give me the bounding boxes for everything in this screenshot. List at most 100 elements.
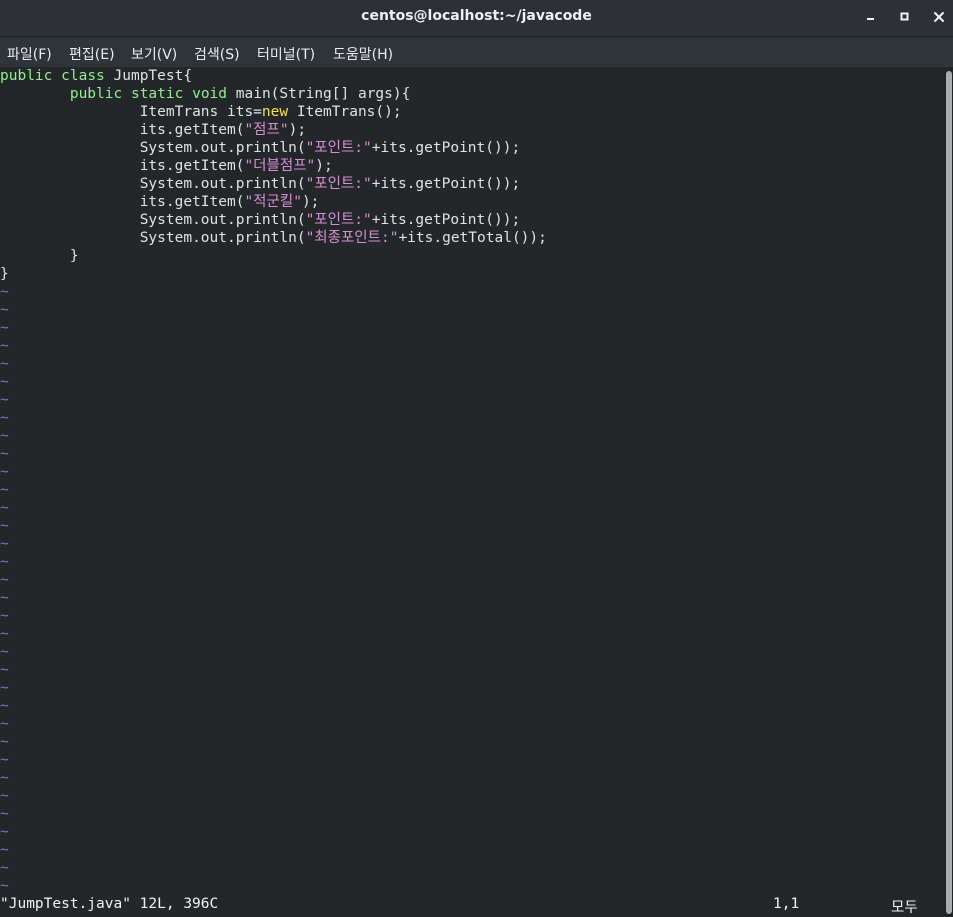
empty-line-marker: ~	[0, 716, 9, 732]
empty-line-marker: ~	[0, 752, 9, 768]
empty-line-marker: ~	[0, 356, 9, 372]
menu-file[interactable]: 파일(F)	[7, 44, 52, 64]
string-literal: "포인트:"	[305, 176, 372, 192]
code-line-7: System.out.println("포인트:"+its.getPoint()…	[0, 175, 521, 193]
empty-line-marker: ~	[0, 860, 9, 876]
empty-line-marker: ~	[0, 302, 9, 318]
minimize-button[interactable]	[861, 8, 881, 26]
terminal-window: centos@localhost:~/javacode 파일(F) 편집(E) …	[0, 0, 953, 917]
keyword-static: static	[130, 86, 184, 102]
menu-bar: 파일(F) 편집(E) 보기(V) 검색(S) 터미널(T) 도움말(H)	[0, 37, 953, 67]
empty-line-marker: ~	[0, 878, 9, 894]
keyword-class: class	[61, 68, 105, 84]
empty-line-marker: ~	[0, 590, 9, 606]
string-literal: "점프"	[244, 122, 289, 138]
file-status: "JumpTest.java" 12L, 396C	[0, 896, 219, 912]
empty-line-marker: ~	[0, 518, 9, 534]
code-line-6: its.getItem("더블점프");	[0, 157, 333, 175]
cursor-position: 1,1	[773, 896, 800, 912]
keyword-new: new	[261, 104, 289, 120]
empty-line-marker: ~	[0, 806, 9, 822]
empty-line-marker: ~	[0, 842, 9, 858]
code-line-2: public static void main(String[] args){	[0, 85, 411, 103]
title-bar[interactable]: centos@localhost:~/javacode	[0, 0, 953, 37]
code-text: its.getItem(	[139, 194, 245, 210]
code-text: its.getItem(	[139, 122, 245, 138]
vertical-scrollbar[interactable]	[945, 67, 953, 917]
maximize-icon	[900, 12, 909, 21]
code-line-4: its.getItem("점프");	[0, 121, 306, 139]
keyword-public: public	[69, 86, 123, 102]
class-name: JumpTest{	[113, 68, 193, 84]
window-title: centos@localhost:~/javacode	[361, 8, 592, 24]
code-text: System.out.println(	[139, 212, 306, 228]
code-text: +its.getPoint());	[371, 140, 521, 156]
string-literal: "적군킬"	[244, 194, 302, 210]
string-literal: "포인트:"	[305, 140, 372, 156]
terminal-content[interactable]: public class JumpTest{ public static voi…	[0, 67, 945, 917]
string-literal: "더블점프"	[244, 158, 316, 174]
keyword-public: public	[0, 68, 53, 84]
empty-line-marker: ~	[0, 824, 9, 840]
empty-line-marker: ~	[0, 482, 9, 498]
empty-line-marker: ~	[0, 770, 9, 786]
code-text: +its.getPoint());	[371, 176, 521, 192]
close-button[interactable]	[929, 8, 949, 26]
empty-line-marker: ~	[0, 464, 9, 480]
keyword-void: void	[192, 86, 228, 102]
empty-line-marker: ~	[0, 392, 9, 408]
scroll-position: 모두	[891, 900, 918, 916]
minimize-icon	[867, 18, 874, 20]
code-text: ItemTrans its=	[139, 104, 262, 120]
empty-line-marker: ~	[0, 284, 9, 300]
code-text: );	[288, 122, 307, 138]
code-line-9: System.out.println("포인트:"+its.getPoint()…	[0, 211, 521, 229]
code-text: System.out.println(	[139, 230, 306, 246]
menu-view[interactable]: 보기(V)	[131, 44, 177, 64]
code-line-3: ItemTrans its=new ItemTrans();	[0, 103, 402, 121]
empty-line-marker: ~	[0, 680, 9, 696]
code-line-12: }	[0, 266, 9, 282]
empty-line-marker: ~	[0, 446, 9, 462]
menu-terminal[interactable]: 터미널(T)	[257, 44, 315, 64]
code-text: +its.getPoint());	[371, 212, 521, 228]
code-line-10: System.out.println("최종포인트:"+its.getTotal…	[0, 229, 547, 247]
empty-line-marker: ~	[0, 374, 9, 390]
code-line-11: }	[0, 248, 79, 264]
empty-line-marker: ~	[0, 338, 9, 354]
string-literal: "최종포인트:"	[305, 230, 399, 246]
empty-line-marker: ~	[0, 572, 9, 588]
vim-status-line: "JumpTest.java" 12L, 396C 1,1 모두	[0, 894, 945, 916]
empty-line-marker: ~	[0, 536, 9, 552]
maximize-button[interactable]	[895, 8, 915, 26]
code-line-5: System.out.println("포인트:"+its.getPoint()…	[0, 139, 521, 157]
empty-line-marker: ~	[0, 788, 9, 804]
empty-line-marker: ~	[0, 608, 9, 624]
code-text: );	[315, 158, 333, 174]
empty-line-marker: ~	[0, 662, 9, 678]
code-text: System.out.println(	[139, 176, 306, 192]
empty-line-marker: ~	[0, 626, 9, 642]
empty-line-marker: ~	[0, 554, 9, 570]
menu-search[interactable]: 검색(S)	[194, 44, 240, 64]
empty-line-marker: ~	[0, 644, 9, 660]
code-text: +its.getTotal());	[398, 230, 547, 246]
scrollbar-thumb[interactable]	[946, 71, 952, 914]
empty-line-marker: ~	[0, 410, 9, 426]
close-icon	[934, 12, 944, 22]
code-text: );	[301, 194, 320, 210]
menu-help[interactable]: 도움말(H)	[333, 44, 393, 64]
code-line-1: public class JumpTest{	[0, 67, 192, 85]
menu-edit[interactable]: 편집(E)	[69, 44, 115, 64]
empty-line-marker: ~	[0, 734, 9, 750]
code-line-8: its.getItem("적군킬");	[0, 193, 320, 211]
empty-line-marker: ~	[0, 320, 9, 336]
